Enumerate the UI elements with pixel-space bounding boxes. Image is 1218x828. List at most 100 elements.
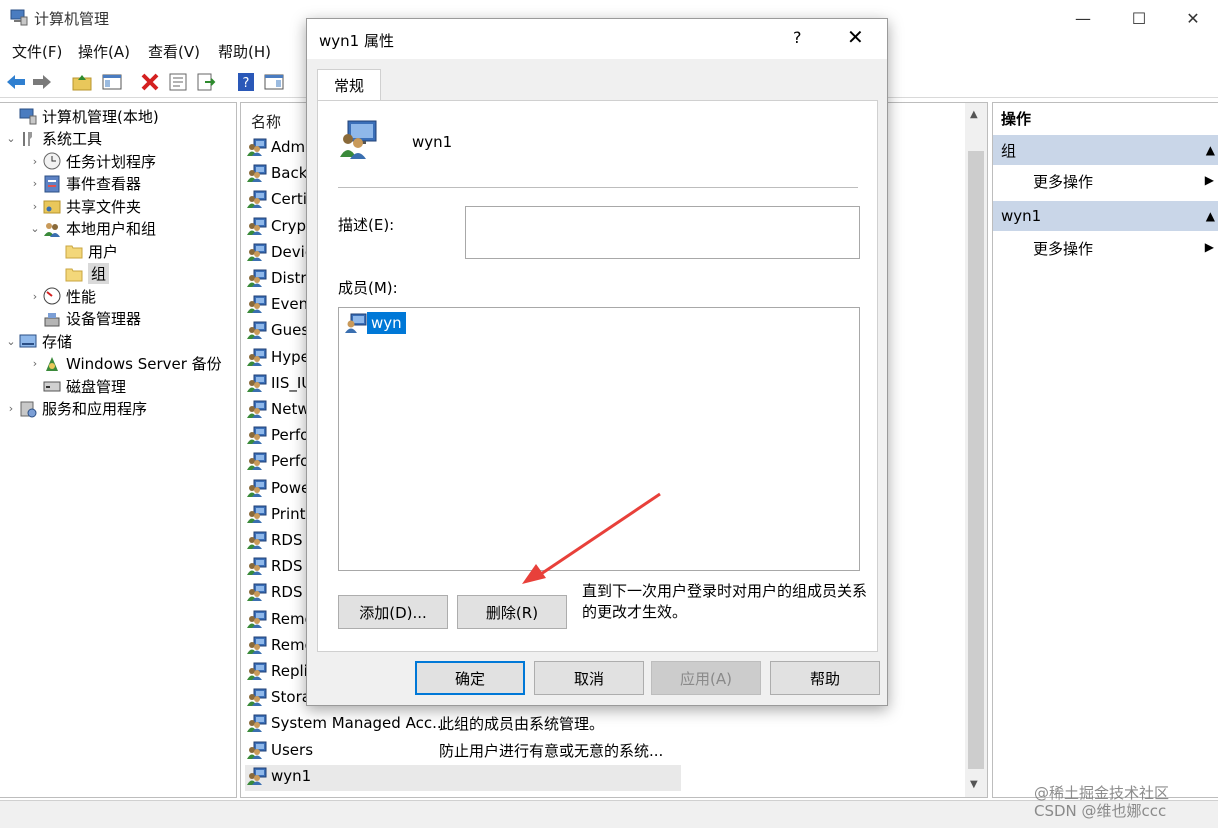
maximize-button[interactable]: ☐ xyxy=(1116,0,1162,36)
menu-help[interactable]: 帮助(H) xyxy=(218,41,271,62)
tools-icon xyxy=(18,130,38,148)
table-row[interactable]: Hype xyxy=(247,345,310,369)
menu-action[interactable]: 操作(A) xyxy=(78,41,130,62)
row-description: 此组的成员由系统管理。 xyxy=(439,715,605,734)
row-name: Perfo xyxy=(271,452,310,471)
tree-item[interactable]: ⌄ 存储 xyxy=(4,330,72,352)
list-scrollbar[interactable]: ▲ ▼ xyxy=(965,103,987,797)
tree-item[interactable]: 计算机管理(本地) xyxy=(4,105,159,127)
delete-button[interactable] xyxy=(138,70,162,94)
tree-item[interactable]: ⌄ 本地用户和组 xyxy=(28,218,156,240)
tree-item[interactable]: 组 xyxy=(50,263,110,285)
scroll-up-icon[interactable]: ▲ xyxy=(970,109,978,120)
scrollbar-thumb[interactable] xyxy=(968,151,984,769)
forward-button[interactable] xyxy=(30,70,54,94)
table-row[interactable]: Event xyxy=(247,292,314,316)
help-button[interactable]: 帮助 xyxy=(770,661,880,695)
console-tree: 计算机管理(本地) ⌄ 系统工具 › 任务计划程序 › 事件查看器 › 共享文件夹 ⌄ 本地用户和组… xyxy=(0,102,237,798)
add-button[interactable]: 添加(D)... xyxy=(338,595,448,629)
table-row[interactable]: Remo xyxy=(247,607,314,631)
tree-item[interactable]: › Windows Server 备份 xyxy=(28,353,222,375)
apply-button[interactable]: 应用(A) xyxy=(651,661,761,695)
table-row[interactable]: System Managed Acc... xyxy=(247,711,446,735)
table-row[interactable]: IIS_IU xyxy=(247,371,312,395)
group-icon xyxy=(247,400,267,418)
table-row[interactable]: Crypt xyxy=(247,214,312,238)
close-button[interactable]: ✕ xyxy=(1170,0,1216,36)
chevron-right-icon[interactable]: › xyxy=(28,177,42,190)
chevron-right-icon[interactable]: › xyxy=(28,200,42,213)
group-icon xyxy=(247,767,267,785)
group-icon xyxy=(247,374,267,392)
tree-item[interactable]: › 任务计划程序 xyxy=(28,150,156,172)
actions-section-title: 组 xyxy=(1001,141,1017,160)
separator xyxy=(338,187,858,188)
up-button[interactable] xyxy=(70,70,94,94)
chevron-right-icon[interactable]: › xyxy=(28,155,42,168)
group-icon xyxy=(247,426,267,445)
table-row[interactable]: Devic xyxy=(247,240,313,264)
row-name: Admi xyxy=(271,138,310,156)
table-row[interactable]: Certif xyxy=(247,187,312,211)
tree-item-label: 用户 xyxy=(88,242,119,261)
members-listbox[interactable]: wyn xyxy=(338,307,860,571)
description-input[interactable] xyxy=(465,206,860,259)
help-toolbar-button[interactable]: ? xyxy=(234,70,258,94)
actions-section-wyn1[interactable]: wyn1 ▲ xyxy=(993,201,1218,231)
actions-section-group[interactable]: 组 ▲ xyxy=(993,135,1218,165)
more-actions-group[interactable]: 更多操作 xyxy=(1033,171,1093,192)
export-button[interactable] xyxy=(194,70,218,94)
menu-view[interactable]: 查看(V) xyxy=(148,41,200,62)
table-row[interactable]: RDS I xyxy=(247,554,312,578)
table-row[interactable]: Users xyxy=(247,738,313,762)
collapse-up-icon[interactable]: ▲ xyxy=(1206,209,1215,223)
tree-item-label: 本地用户和组 xyxy=(66,220,157,238)
tree-item[interactable]: ⌄ 系统工具 xyxy=(4,128,102,150)
remove-button[interactable]: 删除(R) xyxy=(457,595,567,629)
group-icon xyxy=(338,119,380,159)
action-pane-button[interactable] xyxy=(262,70,286,94)
chevron-down-icon[interactable]: ⌄ xyxy=(28,222,42,235)
table-row[interactable]: Admi xyxy=(247,135,309,159)
more-actions-wyn1[interactable]: 更多操作 xyxy=(1033,238,1093,259)
cancel-button[interactable]: 取消 xyxy=(534,661,644,695)
ok-button[interactable]: 确定 xyxy=(415,661,525,695)
table-row[interactable]: Netw xyxy=(247,397,310,421)
tree-item[interactable]: › 服务和应用程序 xyxy=(4,398,147,420)
tree-item[interactable]: › 性能 xyxy=(28,285,96,307)
table-row[interactable]: wyn1 xyxy=(247,764,311,788)
table-row[interactable]: Perfo xyxy=(247,423,309,447)
chevron-right-icon[interactable]: › xyxy=(28,357,42,370)
tree-item[interactable]: 用户 xyxy=(50,240,118,262)
group-icon xyxy=(247,348,267,366)
column-header-name[interactable]: 名称 xyxy=(251,111,281,132)
table-row[interactable]: Perfo xyxy=(247,449,309,473)
chevron-right-icon[interactable]: › xyxy=(4,402,18,415)
member-item[interactable]: wyn xyxy=(345,310,406,336)
tree-item[interactable]: › 共享文件夹 xyxy=(28,195,141,217)
chevron-down-icon[interactable]: ⌄ xyxy=(4,335,18,348)
minimize-button[interactable]: — xyxy=(1060,0,1106,36)
table-row[interactable]: Guest xyxy=(247,318,315,342)
tree-item[interactable]: 设备管理器 xyxy=(28,308,141,330)
table-row[interactable]: RDS I xyxy=(247,528,312,552)
table-row[interactable]: RDS I xyxy=(247,580,312,604)
table-row[interactable]: Remo xyxy=(247,633,314,657)
tab-general[interactable]: 常规 xyxy=(317,69,381,101)
disk-icon xyxy=(42,377,62,395)
table-row[interactable]: Powe xyxy=(247,476,310,500)
chevron-down-icon[interactable]: ⌄ xyxy=(4,132,18,145)
menu-file[interactable]: 文件(F) xyxy=(12,41,62,62)
tree-item[interactable]: › 事件查看器 xyxy=(28,173,141,195)
group-icon xyxy=(247,243,267,261)
back-button[interactable] xyxy=(4,70,28,94)
tree-item[interactable]: 磁盘管理 xyxy=(28,375,126,397)
collapse-up-icon[interactable]: ▲ xyxy=(1206,143,1215,157)
dialog-help-button[interactable]: ? xyxy=(793,28,802,47)
dialog-close-button[interactable]: ✕ xyxy=(847,25,864,49)
properties-button[interactable] xyxy=(166,70,190,94)
chevron-right-icon[interactable]: › xyxy=(28,290,42,303)
show-hide-tree-button[interactable] xyxy=(100,70,124,94)
table-row[interactable]: Distri xyxy=(247,266,311,290)
scroll-down-icon[interactable]: ▼ xyxy=(970,779,978,790)
